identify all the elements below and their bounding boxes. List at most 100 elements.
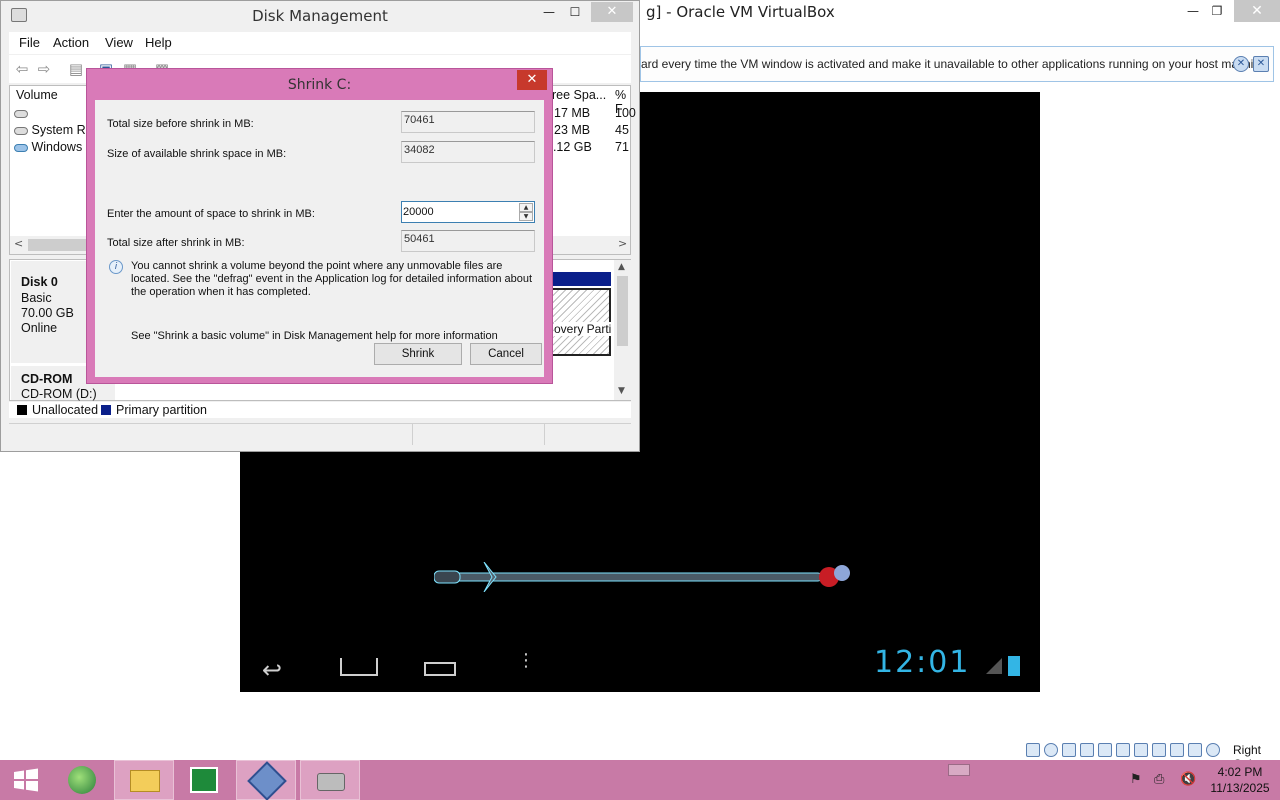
video-capture-status-icon[interactable]	[1152, 743, 1166, 757]
touch-keyboard-icon[interactable]	[948, 764, 970, 776]
scrollbar-thumb[interactable]	[617, 276, 628, 346]
menu-view[interactable]: View	[105, 35, 133, 50]
spin-up-icon[interactable]: ▲	[519, 203, 533, 212]
volume-row[interactable]: Windows (	[14, 140, 90, 154]
disk-drive-icon	[317, 773, 345, 791]
scroll-right-icon[interactable]: >	[618, 237, 627, 250]
legend-primary-partition: Primary partition	[116, 403, 207, 417]
vbox-maximize-button[interactable]: ❐	[1198, 0, 1236, 22]
shrink-dialog: Shrink C: ✕ Total size before shrink in …	[86, 68, 553, 384]
shared-folders-status-icon[interactable]	[1116, 743, 1130, 757]
optical-drive-status-icon[interactable]	[1044, 743, 1058, 757]
shrink-info-text: You cannot shrink a volume beyond the po…	[131, 260, 533, 298]
scroll-left-icon[interactable]: <	[14, 237, 23, 250]
scroll-down-icon[interactable]: ▼	[618, 386, 625, 396]
status-divider	[544, 424, 545, 445]
android-recent-apps-icon[interactable]	[424, 662, 456, 676]
notification-dismiss-icon[interactable]: ✕	[1253, 56, 1269, 72]
notification-info-icon[interactable]: ✕	[1233, 56, 1249, 72]
partition-header-bar	[550, 272, 611, 286]
volume-percent-free: 45	[615, 123, 629, 137]
virtualbox-cube-icon	[247, 761, 287, 800]
partition-legend: Unallocated Primary partition	[9, 402, 631, 418]
volume-percent-free: 71	[615, 140, 629, 154]
network-icon[interactable]: ⎙	[1154, 772, 1164, 787]
network-status-icon[interactable]	[1080, 743, 1094, 757]
column-header-free-space[interactable]: ree Spa...	[552, 88, 606, 102]
vertical-scrollbar[interactable]: ▲ ▼	[614, 260, 631, 400]
taskbar: ⚑ ⎙ 🔇	[0, 760, 1280, 800]
android-status-clock: 12:01	[874, 645, 971, 680]
status-divider	[412, 424, 413, 445]
column-header-volume[interactable]: Volume	[16, 88, 58, 102]
volume-percent-free: 100	[615, 106, 636, 120]
volume-free-space: 17 MB	[554, 106, 591, 120]
menu-help[interactable]: Help	[145, 35, 172, 50]
vbox-close-button[interactable]: ✕	[1234, 0, 1280, 22]
primary-partition-swatch	[101, 405, 111, 415]
forward-arrow-icon[interactable]: ⇨	[35, 60, 53, 78]
android-home-icon[interactable]	[340, 658, 378, 676]
dm-close-button[interactable]: ✕	[591, 2, 633, 22]
spin-down-icon[interactable]: ▼	[519, 212, 533, 221]
taskbar-clock-date[interactable]: 11/13/2025	[1208, 781, 1272, 795]
drive-icon	[14, 109, 28, 118]
folder-icon	[130, 770, 160, 792]
shrink-dialog-close-button[interactable]: ✕	[517, 70, 547, 90]
start-button[interactable]	[0, 760, 60, 800]
taskbar-internet-explorer[interactable]	[56, 760, 116, 800]
show-hide-console-tree-icon[interactable]: ▤	[67, 60, 85, 78]
store-bag-icon	[190, 767, 218, 793]
android-back-icon[interactable]: ↩	[262, 656, 282, 684]
taskbar-clock-time[interactable]: 4:02 PM	[1208, 765, 1272, 779]
menu-file[interactable]: File	[19, 35, 40, 50]
taskbar-file-explorer[interactable]	[114, 760, 174, 800]
back-arrow-icon[interactable]: ⇦	[13, 60, 31, 78]
taskbar-store[interactable]	[174, 760, 234, 800]
display-status-icon[interactable]	[1134, 743, 1148, 757]
vt-x-status-icon[interactable]	[1170, 743, 1184, 757]
action-center-flag-icon[interactable]: ⚑	[1130, 772, 1142, 787]
total-size-before-value: 70461	[401, 111, 535, 133]
usb-status-icon[interactable]	[1098, 743, 1112, 757]
cd-rom-name: CD-ROM	[21, 372, 73, 386]
mouse-integration-status-icon[interactable]	[1188, 743, 1202, 757]
taskbar-virtualbox[interactable]	[236, 760, 296, 800]
keyboard-capture-status-icon[interactable]	[1206, 743, 1220, 757]
disk-0-info[interactable]: Disk 0 Basic 70.00 GB Online	[11, 261, 91, 363]
menu-action[interactable]: Action	[53, 35, 89, 50]
android-signal-icon	[986, 658, 1002, 674]
info-icon: i	[109, 260, 123, 274]
shrink-amount-input[interactable]	[403, 203, 515, 221]
dm-maximize-button[interactable]: ☐	[564, 2, 586, 22]
vbox-notification-bar: ard every time the VM window is activate…	[640, 46, 1274, 82]
dm-minimize-button[interactable]: —	[538, 2, 560, 22]
legend-unallocated: Unallocated	[32, 403, 99, 417]
audio-status-icon[interactable]	[1062, 743, 1076, 757]
disk-0-name: Disk 0	[21, 275, 58, 289]
notification-text: ard every time the VM window is activate…	[641, 57, 1271, 71]
scroll-up-icon[interactable]: ▲	[618, 262, 625, 272]
android-boot-sword-image	[434, 562, 850, 592]
available-shrink-space-label: Size of available shrink space in MB:	[107, 148, 287, 160]
volume-muted-icon[interactable]: 🔇	[1180, 772, 1196, 787]
android-battery-icon	[1008, 656, 1020, 676]
shrink-dialog-body: Total size before shrink in MB: 70461 Si…	[95, 100, 544, 377]
partition-label: overy Parti	[554, 322, 612, 336]
android-menu-icon[interactable]: ⋮	[517, 652, 535, 670]
windows-logo-icon	[14, 768, 38, 792]
taskbar-disk-management[interactable]	[300, 760, 360, 800]
status-bar	[9, 423, 631, 445]
shrink-help-link-text: See "Shrink a basic volume" in Disk Mana…	[131, 330, 498, 342]
total-size-after-value: 50461	[401, 230, 535, 252]
shrink-dialog-title: Shrink C:	[287, 77, 352, 93]
hard-disk-status-icon[interactable]	[1026, 743, 1040, 757]
disk-0-status: Online	[21, 321, 58, 335]
volume-free-space: 23 MB	[554, 123, 591, 137]
volume-row[interactable]	[14, 106, 28, 120]
shrink-amount-label: Enter the amount of space to shrink in M…	[107, 208, 315, 220]
cancel-button[interactable]: Cancel	[470, 343, 542, 365]
shrink-button[interactable]: Shrink	[374, 343, 462, 365]
total-size-before-label: Total size before shrink in MB:	[107, 118, 254, 130]
drive-icon	[14, 126, 28, 135]
